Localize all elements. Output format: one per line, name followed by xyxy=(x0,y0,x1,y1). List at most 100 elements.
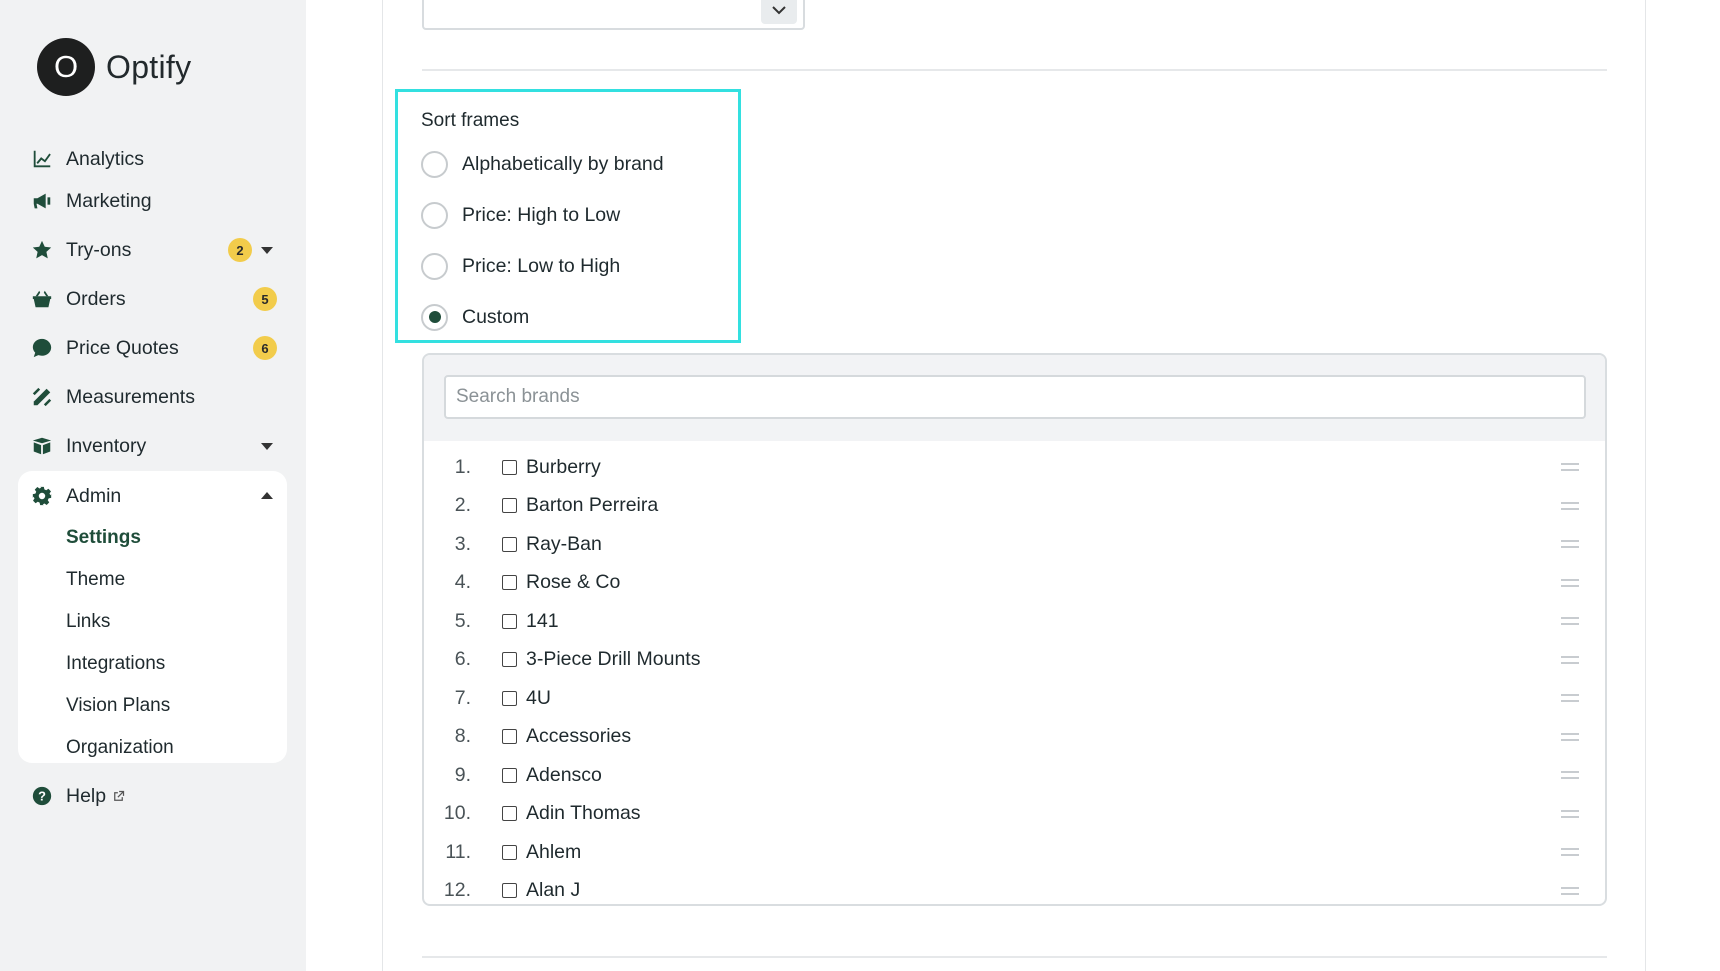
chart-line-icon xyxy=(30,147,54,171)
sidebar-subitem-integrations[interactable]: Integrations xyxy=(66,653,165,675)
brand-number: 8. xyxy=(454,725,471,747)
drag-handle-icon[interactable] xyxy=(1561,809,1579,818)
brand-row[interactable]: 10. Adin Thomas xyxy=(424,797,1605,831)
brand-number: 10. xyxy=(443,802,471,824)
sidebar-subitem-organization[interactable]: Organization xyxy=(66,737,174,759)
brand-row[interactable]: 5. 141 xyxy=(424,604,1605,638)
brand-checkbox[interactable] xyxy=(502,690,517,706)
brand-checkbox[interactable] xyxy=(502,806,517,821)
brand-checkbox[interactable] xyxy=(502,883,517,898)
brand-row[interactable]: 8. Accessories xyxy=(424,720,1605,754)
brand-name: Rose & Co xyxy=(526,571,621,593)
search-brands-input[interactable] xyxy=(444,375,1586,419)
sidebar-subitem-links[interactable]: Links xyxy=(66,611,110,633)
brand-checkbox[interactable] xyxy=(502,652,517,667)
try-ons-badge: 2 xyxy=(228,238,252,262)
drag-handle-icon[interactable] xyxy=(1561,501,1579,510)
brand-checkbox[interactable] xyxy=(502,459,517,475)
chevron-up-icon[interactable] xyxy=(261,492,273,499)
radio-alphabetically[interactable]: Alphabetically by brand xyxy=(421,150,664,178)
brand-checkbox[interactable] xyxy=(502,844,517,860)
drag-handle-icon[interactable] xyxy=(1561,694,1579,702)
divider xyxy=(422,956,1607,958)
radio-button[interactable] xyxy=(421,252,448,280)
external-link-icon xyxy=(111,789,126,804)
sidebar-item-orders[interactable]: Orders 5 xyxy=(30,282,282,316)
sidebar-item-inventory[interactable]: Inventory xyxy=(30,429,282,463)
logo: O xyxy=(37,38,95,96)
radio-button[interactable] xyxy=(421,150,448,178)
divider xyxy=(422,69,1607,71)
chevron-down-icon[interactable] xyxy=(261,443,273,450)
brand-checkbox[interactable] xyxy=(502,498,517,513)
brand-row[interactable]: 4. Rose & Co xyxy=(424,566,1605,600)
brand-name: 4U xyxy=(526,686,551,709)
drag-handle-icon[interactable] xyxy=(1561,578,1579,587)
drag-handle-icon[interactable] xyxy=(1561,732,1579,741)
drag-handle-icon[interactable] xyxy=(1561,540,1579,548)
drag-handle-icon[interactable] xyxy=(1561,463,1579,471)
sidebar-subitem-vision-plans[interactable]: Vision Plans xyxy=(66,695,170,717)
brand-name: Accessories xyxy=(526,725,632,747)
brand-checkbox[interactable] xyxy=(502,767,517,783)
top-select[interactable] xyxy=(422,0,805,30)
sidebar-item-label: Help xyxy=(66,784,107,807)
drag-handle-icon[interactable] xyxy=(1561,655,1579,664)
brand[interactable]: O Optify xyxy=(37,38,191,96)
ruler-pencil-icon xyxy=(30,385,54,409)
brand-name: Adin Thomas xyxy=(526,802,641,824)
drag-handle-icon[interactable] xyxy=(1561,617,1579,625)
megaphone-icon xyxy=(30,189,54,213)
sidebar-item-measurements[interactable]: Measurements xyxy=(30,380,282,414)
chevron-down-icon[interactable] xyxy=(261,247,273,254)
brand-row[interactable]: 6. 3-Piece Drill Mounts xyxy=(424,643,1605,677)
brand-row[interactable]: 2. Barton Perreira xyxy=(424,489,1605,523)
radio-label: Price: Low to High xyxy=(462,254,621,277)
brand-checkbox[interactable] xyxy=(502,575,517,590)
chevron-down-icon[interactable] xyxy=(761,0,797,24)
drag-handle-icon[interactable] xyxy=(1561,886,1579,895)
sidebar-item-help[interactable]: ? Help xyxy=(30,779,282,813)
radio-label: Alphabetically by brand xyxy=(462,152,664,175)
brand-list-panel: 1. Burberry 2. Barton Perreira 3. Ray-Ban 4. Ro… xyxy=(422,353,1607,906)
brand-number: 2. xyxy=(454,494,471,516)
box-icon xyxy=(30,434,54,458)
brand-row[interactable]: 7. 4U xyxy=(424,681,1605,715)
radio-button[interactable] xyxy=(421,201,448,229)
brand-row[interactable]: 12. Alan J xyxy=(424,874,1605,905)
drag-handle-icon[interactable] xyxy=(1561,848,1579,856)
brand-name: Burberry xyxy=(526,455,601,478)
brand-row[interactable]: 9. Adensco xyxy=(424,758,1605,792)
drag-handle-icon[interactable] xyxy=(1561,771,1579,779)
brand-row[interactable]: 1. Burberry xyxy=(424,450,1605,484)
brand-checkbox[interactable] xyxy=(502,729,517,744)
brand-checkbox[interactable] xyxy=(502,536,517,552)
brand-number: 12. xyxy=(443,879,471,901)
brand-name: Barton Perreira xyxy=(526,494,659,516)
sidebar-subitem-settings[interactable]: Settings xyxy=(66,527,141,549)
brand-row[interactable]: 3. Ray-Ban xyxy=(424,527,1605,561)
search-area xyxy=(424,355,1605,441)
brand-checkbox[interactable] xyxy=(502,613,517,629)
brand-row[interactable]: 11. Ahlem xyxy=(424,835,1605,869)
sidebar-item-analytics[interactable]: Analytics xyxy=(30,142,282,176)
brand-number: 4. xyxy=(454,571,471,593)
radio-button-selected[interactable] xyxy=(421,303,448,331)
sidebar-item-label: Price Quotes xyxy=(66,336,179,359)
radio-custom[interactable]: Custom xyxy=(421,303,529,331)
sidebar-item-price-quotes[interactable]: Price Quotes 6 xyxy=(30,331,282,365)
radio-price-low-high[interactable]: Price: Low to High xyxy=(421,252,620,280)
sidebar-item-marketing[interactable]: Marketing xyxy=(30,184,282,218)
radio-label: Price: High to Low xyxy=(462,203,621,226)
radio-price-high-low[interactable]: Price: High to Low xyxy=(421,201,620,229)
sidebar-item-admin[interactable]: Admin xyxy=(30,479,282,513)
admin-panel xyxy=(18,471,287,763)
question-circle-icon: ? xyxy=(30,784,54,808)
sidebar-subitem-theme[interactable]: Theme xyxy=(66,569,125,591)
gear-icon xyxy=(30,484,54,508)
sidebar-item-try-ons[interactable]: Try-ons 2 xyxy=(30,233,282,267)
sidebar-item-label: Marketing xyxy=(66,189,152,212)
brand-number: 3. xyxy=(454,532,471,555)
brand-name: Adensco xyxy=(526,763,602,786)
sidebar-item-label: Try-ons xyxy=(66,238,132,261)
